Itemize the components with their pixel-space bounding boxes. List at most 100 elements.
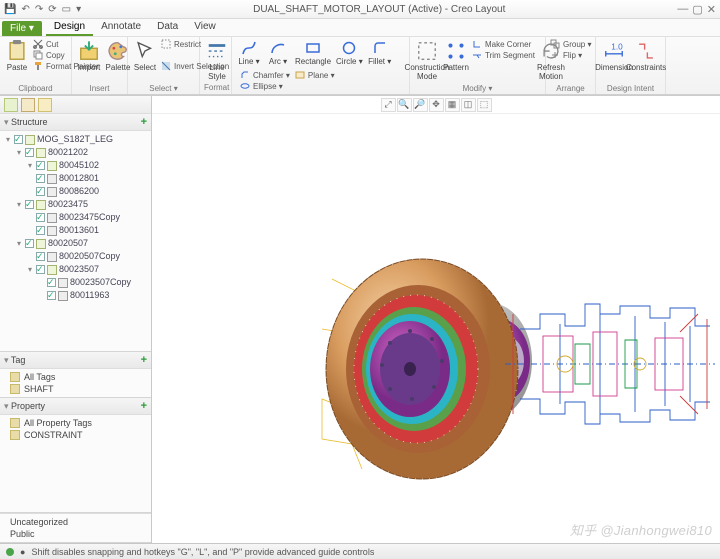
group-title: Modify ▾ bbox=[414, 83, 541, 94]
trim-segment-button[interactable]: Trim Segment bbox=[472, 50, 535, 60]
construction-icon bbox=[416, 40, 438, 62]
chamfer-button[interactable]: Chamfer ▾ bbox=[240, 70, 290, 80]
tab-design[interactable]: Design bbox=[46, 19, 93, 36]
import-button[interactable]: Import bbox=[76, 39, 102, 73]
group-modify: Construction Mode Pattern Make Corner Tr… bbox=[410, 37, 546, 94]
group-select: Select Restrict Invert Selection Select … bbox=[128, 37, 200, 94]
brush-icon bbox=[33, 61, 43, 71]
tree-node[interactable]: 80023507Copy bbox=[0, 276, 151, 289]
plane-button[interactable]: Plane ▾ bbox=[295, 70, 335, 80]
rectangle-button[interactable]: Rectangle bbox=[294, 39, 332, 67]
constraints-icon bbox=[635, 40, 657, 62]
add-icon[interactable]: + bbox=[141, 116, 147, 128]
tab-data[interactable]: Data bbox=[149, 19, 186, 36]
check-item[interactable]: All Tags bbox=[0, 371, 151, 383]
save-icon[interactable]: 💾 bbox=[4, 4, 16, 15]
check-item[interactable]: Public bbox=[0, 528, 151, 540]
group-design-intent: 1.0Dimension Constraints Design Intent bbox=[596, 37, 666, 94]
tab-annotate[interactable]: Annotate bbox=[93, 19, 149, 36]
view3-icon[interactable]: ⬚ bbox=[477, 98, 492, 112]
collapse-icon[interactable]: ▾ bbox=[4, 355, 11, 365]
structure-tree[interactable]: ▾MOG_S182T_LEG▾80021202▾8004510280012801… bbox=[0, 131, 151, 304]
paste-button[interactable]: Paste bbox=[4, 39, 30, 73]
snap-toggle-icon[interactable]: ● bbox=[20, 547, 25, 557]
palette-icon bbox=[107, 40, 129, 62]
make-corner-button[interactable]: Make Corner bbox=[472, 39, 535, 49]
ribbon-tabs: File ▾ Design Annotate Data View bbox=[0, 19, 720, 37]
collapse-icon[interactable]: ▾ bbox=[4, 117, 11, 127]
arc-button[interactable]: Arc ▾ bbox=[265, 39, 291, 67]
collapse-icon[interactable]: ▾ bbox=[4, 401, 11, 411]
tree-node[interactable]: 80011963 bbox=[0, 289, 151, 302]
invert-icon bbox=[161, 61, 171, 71]
check-item[interactable]: CONSTRAINT bbox=[0, 429, 151, 441]
group-insert: Import Palette Insert bbox=[72, 37, 128, 94]
maximize-icon[interactable]: ▢ bbox=[692, 3, 702, 16]
tree-tab-icon[interactable] bbox=[4, 98, 18, 112]
circle-button[interactable]: Circle ▾ bbox=[335, 39, 364, 67]
line-icon bbox=[241, 40, 257, 56]
status-bar: ● Shift disables snapping and hotkeys "G… bbox=[0, 543, 720, 559]
group-title: Select ▾ bbox=[132, 83, 195, 94]
panel-bottom: UncategorizedPublic bbox=[0, 513, 151, 543]
construction-mode-button[interactable]: Construction Mode bbox=[414, 39, 440, 82]
check-item[interactable]: SHAFT bbox=[0, 383, 151, 395]
group-arrange: Group ▾ Flip ▾ . Arrange bbox=[546, 37, 596, 94]
tree-node[interactable]: 80086200 bbox=[0, 185, 151, 198]
check-item[interactable]: All Property Tags bbox=[0, 417, 151, 429]
windows-icon[interactable]: ▭ bbox=[62, 4, 71, 15]
minimize-icon[interactable]: — bbox=[677, 3, 688, 16]
view1-icon[interactable]: ▦ bbox=[445, 98, 460, 112]
panel-structure: ▾ Structure+ ▾MOG_S182T_LEG▾80021202▾800… bbox=[0, 114, 151, 352]
group-button[interactable]: Group ▾ bbox=[550, 39, 591, 49]
pan-icon[interactable]: ✥ bbox=[429, 98, 444, 112]
tab-view[interactable]: View bbox=[186, 19, 224, 36]
tree-node[interactable]: 80013601 bbox=[0, 224, 151, 237]
group-title: Clipboard bbox=[4, 83, 67, 94]
layer-tab-icon[interactable] bbox=[21, 98, 35, 112]
canvas-viewport[interactable]: 知乎 @Jianhongwei810 bbox=[152, 114, 720, 543]
sidebar-toolbar bbox=[0, 96, 151, 114]
group-title: Insert bbox=[76, 83, 123, 94]
dimension-button[interactable]: 1.0Dimension bbox=[600, 39, 628, 73]
fillet-button[interactable]: Fillet ▾ bbox=[367, 39, 393, 67]
flip-button[interactable]: Flip ▾ bbox=[550, 50, 591, 60]
tree-node[interactable]: ▾80045102 bbox=[0, 159, 151, 172]
tree-node[interactable]: ▾80023475 bbox=[0, 198, 151, 211]
tree-node[interactable]: ▾80020507 bbox=[0, 237, 151, 250]
file-tab[interactable]: File ▾ bbox=[2, 21, 42, 36]
add-icon[interactable]: + bbox=[141, 354, 147, 366]
watermark: 知乎 @Jianhongwei810 bbox=[570, 520, 712, 539]
tree-node[interactable]: ▾MOG_S182T_LEG bbox=[0, 133, 151, 146]
line-button[interactable]: Line ▾ bbox=[236, 39, 262, 67]
ellipse-button[interactable]: Ellipse ▾ bbox=[240, 81, 290, 91]
redo-icon[interactable]: ↷ bbox=[35, 4, 43, 15]
tree-node[interactable]: 80020507Copy bbox=[0, 250, 151, 263]
plane-icon bbox=[295, 70, 305, 80]
undo-icon[interactable]: ↶ bbox=[21, 4, 29, 15]
tree-node[interactable]: 80023475Copy bbox=[0, 211, 151, 224]
group-title: Format ▾ bbox=[204, 82, 227, 95]
tree-node[interactable]: 80012801 bbox=[0, 172, 151, 185]
refresh-icon[interactable]: ⟳ bbox=[48, 4, 56, 15]
zoom-fit-icon[interactable]: ⤢ bbox=[381, 98, 396, 112]
group-icon bbox=[550, 39, 560, 49]
group-format: Line Style Format ▾ bbox=[200, 37, 232, 94]
tree-node[interactable]: ▾80021202 bbox=[0, 146, 151, 159]
check-item[interactable]: Uncategorized bbox=[0, 516, 151, 528]
zoom-out-icon[interactable]: 🔎 bbox=[413, 98, 428, 112]
select-button[interactable]: Select bbox=[132, 39, 158, 73]
constraints-button[interactable]: Constraints bbox=[631, 39, 661, 73]
select-icon bbox=[134, 40, 156, 62]
add-icon[interactable]: + bbox=[141, 400, 147, 412]
canvas-toolbar: ⤢ 🔍 🔎 ✥ ▦ ◫ ⬚ bbox=[152, 96, 720, 114]
zoom-in-icon[interactable]: 🔍 bbox=[397, 98, 412, 112]
pattern-button[interactable]: Pattern bbox=[443, 39, 469, 73]
line-style-button[interactable]: Line Style bbox=[204, 39, 230, 82]
view2-icon[interactable]: ◫ bbox=[461, 98, 476, 112]
close-icon[interactable]: ✕ bbox=[707, 3, 716, 16]
line-style-icon bbox=[206, 40, 228, 62]
folder-tab-icon[interactable] bbox=[38, 98, 52, 112]
tree-node[interactable]: ▾80023507 bbox=[0, 263, 151, 276]
rectangle-icon bbox=[305, 40, 321, 56]
